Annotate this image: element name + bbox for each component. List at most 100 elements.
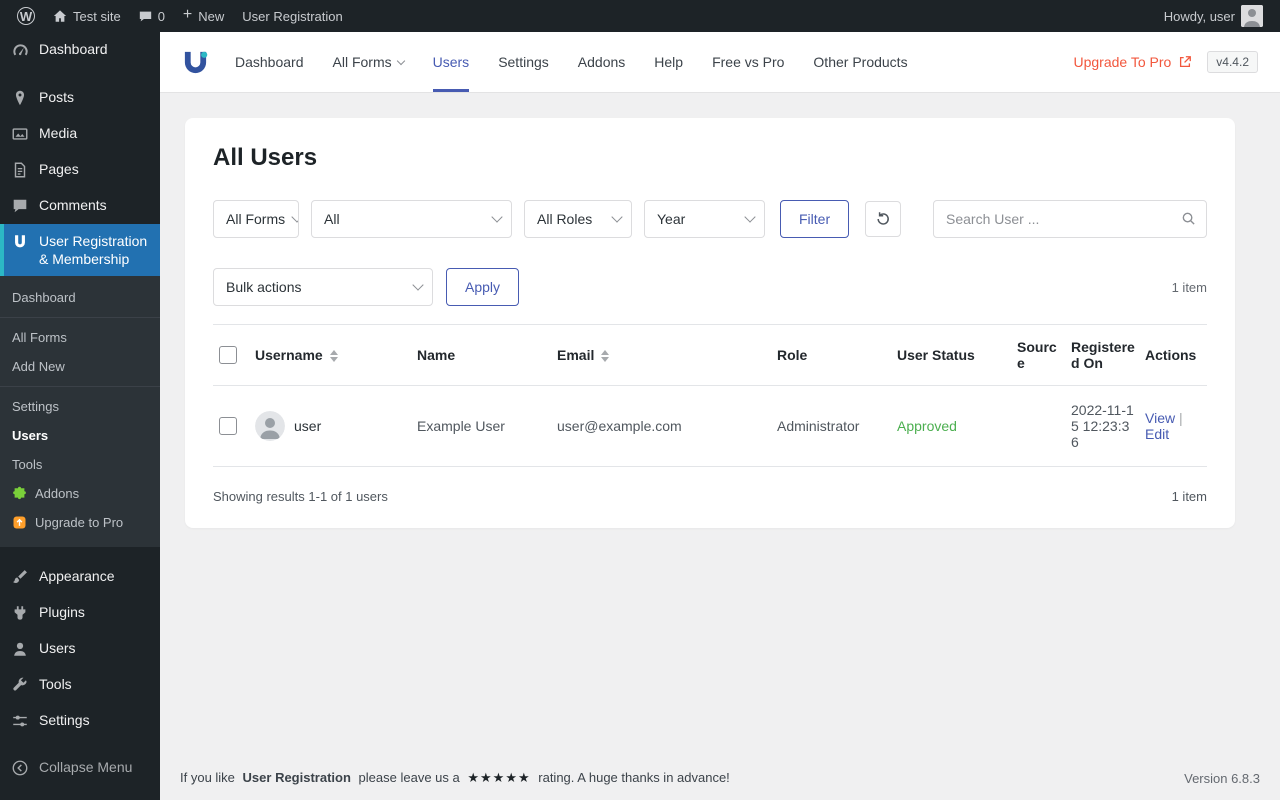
five-star-rating-link[interactable]: ★★★★★ [467, 770, 530, 785]
submenu-divider [0, 317, 160, 318]
collapse-menu-button[interactable]: Collapse Menu [0, 750, 160, 786]
rating-text: rating. A huge thanks in advance! [538, 770, 730, 785]
table-row: user Example User user@example.com Admin… [213, 385, 1207, 467]
submenu-item-all-forms[interactable]: All Forms [0, 323, 160, 352]
view-link[interactable]: View [1145, 410, 1175, 426]
user-registration-logo[interactable] [182, 32, 209, 92]
row-checkbox[interactable] [219, 417, 237, 435]
users-table: Username Name Email Role User Status Sou… [213, 324, 1207, 467]
main-content: Dashboard All Forms Users Settings Addon… [160, 0, 1280, 800]
results-row: Showing results 1-1 of 1 users 1 item [213, 489, 1207, 504]
submenu-item-upgrade-to-pro[interactable]: Upgrade to Pro [0, 508, 160, 537]
username-cell: user [255, 411, 409, 441]
reset-filters-button[interactable] [865, 201, 902, 237]
sidebar-item-label: User Registration & Membership [39, 233, 148, 267]
comments-indicator[interactable]: 0 [130, 0, 174, 32]
status-badge: Approved [897, 385, 1017, 467]
sidebar-item-comments[interactable]: Comments [0, 188, 160, 224]
email-cell: user@example.com [557, 385, 777, 467]
filter-button[interactable]: Filter [780, 200, 850, 238]
sidebar-item-label: Plugins [39, 604, 85, 620]
howdy-menu[interactable]: Howdy, user [1155, 0, 1272, 32]
media-icon [10, 124, 30, 144]
sidebar-item-media[interactable]: Media [0, 116, 160, 152]
nav-tab-label: Dashboard [235, 54, 304, 70]
chevron-down-icon [744, 211, 756, 223]
search-field-wrap [933, 200, 1207, 238]
sidebar-item-settings[interactable]: Settings [0, 703, 160, 739]
wp-logo[interactable]: W [8, 0, 44, 32]
roles-filter-select[interactable]: All Roles [524, 200, 632, 238]
nav-tab-label: Free vs Pro [712, 54, 785, 70]
sidebar-item-user-registration[interactable]: User Registration & Membership [0, 224, 160, 276]
sidebar-item-plugins[interactable]: Plugins [0, 595, 160, 631]
select-value: All Roles [537, 211, 593, 227]
tools-icon [10, 675, 30, 695]
sort-icon[interactable] [601, 350, 610, 363]
upgrade-label: Upgrade To Pro [1073, 54, 1172, 70]
sidebar-item-pages[interactable]: Pages [0, 152, 160, 188]
submenu-item-settings[interactable]: Settings [0, 392, 160, 421]
submenu-item-addons[interactable]: Addons [0, 479, 160, 508]
submenu-item-add-new[interactable]: Add New [0, 352, 160, 381]
column-username[interactable]: Username [255, 324, 417, 386]
submenu-item-users[interactable]: Users [0, 421, 160, 450]
chevron-down-icon [291, 211, 298, 223]
select-all-checkbox[interactable] [219, 346, 237, 364]
wp-admin-bar: W Test site 0 + New User Registration Ho… [0, 0, 1280, 32]
nav-tab-users[interactable]: Users [432, 32, 470, 92]
search-user-input[interactable] [933, 200, 1207, 238]
sidebar-item-tools[interactable]: Tools [0, 667, 160, 703]
avatar [1241, 5, 1263, 27]
sort-icon[interactable] [329, 350, 338, 363]
submenu-item-label: Users [12, 428, 49, 443]
home-icon [53, 10, 67, 22]
wordpress-icon: W [17, 7, 35, 25]
pages-icon [10, 160, 30, 180]
admin-sidebar: Dashboard Posts Media Pages Comments Use… [0, 32, 160, 800]
sidebar-item-appearance[interactable]: Appearance [0, 559, 160, 595]
sidebar-item-label: Comments [39, 197, 107, 213]
column-source: Source [1017, 324, 1071, 386]
user-registration-icon [10, 232, 30, 252]
select-value: All [324, 211, 340, 227]
edit-link[interactable]: Edit [1145, 426, 1169, 442]
submenu-item-label: Addons [35, 486, 80, 501]
sidebar-item-label: Media [39, 125, 78, 141]
bulk-actions-select[interactable]: Bulk actions [213, 268, 433, 306]
site-name-link[interactable]: Test site [44, 0, 130, 32]
date-filter-select[interactable]: Year [644, 200, 765, 238]
forms-filter-select[interactable]: All Forms [213, 200, 299, 238]
admin-bar-user-registration[interactable]: User Registration [233, 0, 351, 32]
sidebar-item-posts[interactable]: Posts [0, 80, 160, 116]
nav-tab-settings[interactable]: Settings [498, 32, 549, 92]
upgrade-to-pro-link[interactable]: Upgrade To Pro [1073, 54, 1192, 70]
submenu-item-dashboard[interactable]: Dashboard [0, 283, 160, 312]
source-cell [1017, 385, 1071, 467]
nav-tab-help[interactable]: Help [654, 32, 683, 92]
sidebar-item-label: Pages [39, 161, 79, 177]
sidebar-item-label: Users [39, 640, 76, 656]
bulk-actions-row: Bulk actions Apply 1 item [213, 268, 1207, 306]
nav-tab-other-products[interactable]: Other Products [813, 32, 907, 92]
submenu-item-label: Settings [12, 399, 59, 414]
page-title: All Users [213, 144, 318, 171]
column-email[interactable]: Email [557, 324, 777, 386]
nav-tab-all-forms[interactable]: All Forms [333, 32, 405, 92]
nav-tab-dashboard[interactable]: Dashboard [235, 32, 304, 92]
new-content-button[interactable]: + New [174, 0, 233, 32]
settings-icon [10, 711, 30, 731]
sidebar-item-users[interactable]: Users [0, 631, 160, 667]
secondary-filter-select[interactable]: All [311, 200, 512, 238]
submenu-item-label: Upgrade to Pro [35, 515, 124, 530]
sidebar-item-dashboard[interactable]: Dashboard [0, 32, 160, 68]
submenu-item-tools[interactable]: Tools [0, 450, 160, 479]
apply-button[interactable]: Apply [446, 268, 520, 306]
column-user-status: User Status [897, 324, 1017, 386]
submenu-item-label: Dashboard [12, 290, 76, 305]
reset-icon [877, 212, 890, 225]
submenu-item-label: All Forms [12, 330, 67, 345]
nav-tab-addons[interactable]: Addons [578, 32, 625, 92]
select-value: Year [657, 211, 686, 227]
nav-tab-free-vs-pro[interactable]: Free vs Pro [712, 32, 784, 92]
